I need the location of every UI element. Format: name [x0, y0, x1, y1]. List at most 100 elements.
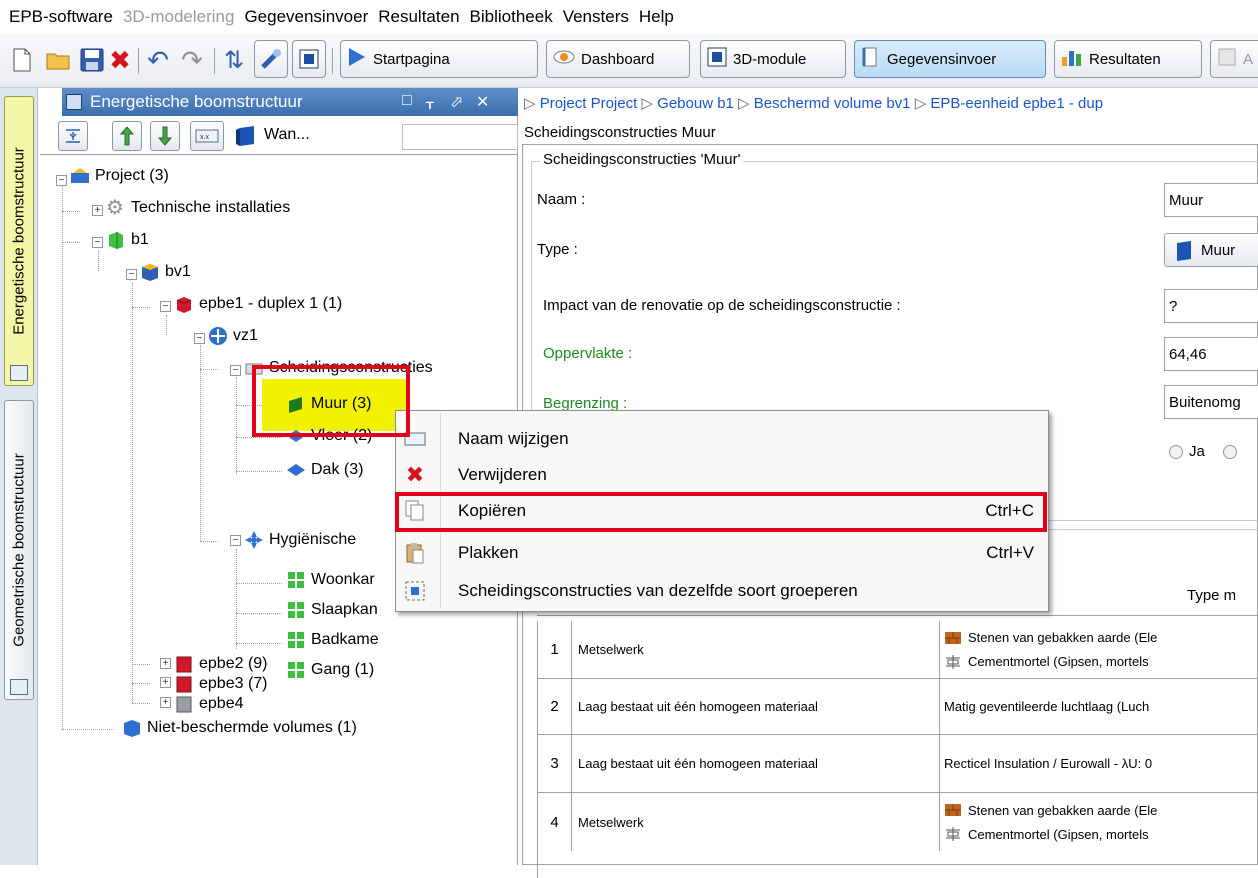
collapse-toggle[interactable]: −: [160, 301, 171, 312]
tree-node-slaapkamer[interactable]: Slaapkan: [286, 597, 378, 623]
mortar-icon: [946, 654, 960, 669]
tree-node-vz1[interactable]: vz1: [208, 323, 258, 349]
tree-node-badkamer[interactable]: Badkame: [286, 627, 379, 653]
undo-icon[interactable]: ↶: [144, 45, 172, 75]
building-icon: [109, 232, 123, 249]
collapse-toggle[interactable]: −: [230, 365, 241, 376]
float-icon[interactable]: □: [402, 92, 412, 110]
tree-node-label: Gang (1): [311, 661, 375, 678]
tab-energetische-label: Energetische boomstructuur: [10, 147, 28, 335]
wall-icon: [1177, 241, 1191, 261]
expand-toggle[interactable]: +: [92, 205, 103, 216]
tab-geometrische-label: Geometrische boomstructuur: [10, 453, 28, 647]
menu-epb-software[interactable]: EPB-software: [4, 7, 118, 27]
wall-type-icon[interactable]: [230, 121, 262, 151]
3d-module-button[interactable]: 3D-module: [700, 40, 846, 78]
menu-gegevensinvoer[interactable]: Gegevensinvoer: [239, 7, 373, 27]
maximize-icon[interactable]: ⬀: [450, 92, 463, 112]
menu-item-plakken[interactable]: Plakken Ctrl+V: [398, 535, 1048, 571]
startpagina-button[interactable]: Startpagina: [340, 40, 538, 78]
close-panel-icon[interactable]: ✕: [476, 92, 489, 112]
tab-energetische-boomstructuur[interactable]: Energetische boomstructuur: [4, 96, 34, 386]
breadcrumb-item[interactable]: Beschermd volume bv1: [754, 95, 911, 112]
table-row[interactable]: 4 Metselwerk Stenen van gebakken aarde (…: [538, 793, 1258, 851]
breadcrumb-item[interactable]: Project Project: [540, 95, 638, 112]
oppervlakte-label: Oppervlakte :: [543, 345, 633, 362]
radio-button[interactable]: [1169, 444, 1183, 459]
breadcrumb-item[interactable]: EPB-eenheid epbe1 - dup: [930, 95, 1103, 112]
window-icon[interactable]: [292, 40, 326, 78]
menu-vensters[interactable]: Vensters: [558, 7, 634, 27]
extra-toolbar-button[interactable]: A: [1210, 40, 1258, 78]
data-entry-icon: [861, 46, 881, 72]
pin-icon[interactable]: ᚁ: [426, 92, 434, 112]
breadcrumb-item[interactable]: Gebouw b1: [657, 95, 734, 112]
tree-node-dak[interactable]: Dak (3): [286, 457, 363, 483]
gegevensinvoer-button[interactable]: Gegevensinvoer: [854, 40, 1046, 78]
tree-node-hygienische[interactable]: Hygiënische: [244, 527, 356, 553]
tree-node-gang[interactable]: Gang (1): [286, 657, 374, 683]
redo-icon[interactable]: ↷: [178, 45, 206, 75]
radio-ja[interactable]: Ja: [1169, 443, 1237, 460]
move-down-icon[interactable]: [150, 121, 180, 151]
pointer-icon[interactable]: [254, 40, 288, 78]
new-file-icon[interactable]: [8, 46, 36, 74]
ventilation-icon: [245, 531, 263, 549]
tree-node-epbe1[interactable]: epbe1 - duplex 1 (1): [174, 291, 342, 317]
breadcrumb-arrow-icon: ▷: [524, 95, 536, 112]
menu-bibliotheek[interactable]: Bibliotheek: [465, 7, 558, 27]
naam-input[interactable]: Muur: [1164, 183, 1258, 217]
radio-button[interactable]: [1222, 444, 1237, 459]
tree-node-bv1[interactable]: bv1: [140, 259, 191, 285]
tree-node-project[interactable]: Project (3): [70, 163, 169, 189]
oppervlakte-input[interactable]: 64,46: [1164, 337, 1258, 371]
tree-node-epbe4[interactable]: epbe4: [174, 691, 244, 717]
move-up-icon[interactable]: [112, 121, 142, 151]
menu-resultaten[interactable]: Resultaten: [373, 7, 464, 27]
menu-item-label: Naam wijzigen: [458, 429, 569, 448]
row-materials: Stenen van gebakken aarde (Ele Cementmor…: [940, 793, 1258, 851]
material-name: Cementmortel (Gipsen, mortels: [968, 654, 1149, 669]
type-button[interactable]: Muur: [1164, 233, 1258, 267]
menu-item-verwijderen[interactable]: ✖ Verwijderen: [398, 457, 1048, 493]
tree-node-technische-installaties[interactable]: ⚙ Technische installaties: [106, 195, 290, 221]
tree-node-label: Hygiënische: [269, 531, 357, 548]
wall-type-dropdown-label[interactable]: Wan...: [264, 126, 310, 144]
expand-toggle[interactable]: +: [160, 697, 171, 708]
tree-panel-title-bar: Energetische boomstructuur □ ᚁ ⬀ ✕: [62, 88, 518, 116]
table-row[interactable]: 2 Laag bestaat uit één homogeen materiaa…: [538, 679, 1258, 735]
highlight-box-muur: [252, 365, 410, 437]
collapse-toggle[interactable]: −: [230, 535, 241, 546]
close-icon[interactable]: ✖: [106, 45, 134, 75]
menu-help[interactable]: Help: [634, 7, 679, 27]
tree-node-woonkamer[interactable]: Woonkar: [286, 567, 375, 593]
rename-field-icon[interactable]: x.x: [190, 121, 224, 151]
refresh-icon[interactable]: ⇅: [220, 46, 248, 74]
tab-geometrische-boomstructuur[interactable]: Geometrische boomstructuur: [4, 400, 34, 700]
collapse-toggle[interactable]: −: [194, 333, 205, 344]
collapse-toggle[interactable]: −: [126, 269, 137, 280]
begrenzing-select[interactable]: Buitenomg: [1164, 385, 1258, 419]
collapse-toggle[interactable]: −: [92, 237, 103, 248]
tree-node-b1[interactable]: b1: [106, 227, 149, 253]
room-icon: [288, 632, 304, 648]
menu-3d-modelering[interactable]: 3D-modelering: [118, 7, 240, 27]
collapse-toggle[interactable]: −: [56, 175, 67, 186]
type-value: Muur: [1201, 241, 1236, 259]
expand-toggle[interactable]: +: [160, 677, 171, 688]
menu-item-naam-wijzigen[interactable]: Naam wijzigen: [398, 421, 1048, 457]
expand-toggle[interactable]: +: [160, 658, 171, 669]
save-icon[interactable]: [78, 46, 106, 74]
dashboard-label: Dashboard: [581, 50, 655, 68]
tree-search-input[interactable]: [402, 124, 518, 150]
tree-node-label: Technische installaties: [131, 199, 291, 216]
collapse-all-icon[interactable]: [58, 121, 88, 151]
menu-item-groeperen[interactable]: Scheidingsconstructies van dezelfde soor…: [398, 573, 1048, 609]
tree-node-niet-beschermde-volumes[interactable]: Niet-beschermde volumes (1): [122, 715, 357, 741]
dashboard-button[interactable]: Dashboard: [546, 40, 690, 78]
impact-select[interactable]: ?: [1164, 289, 1258, 323]
open-folder-icon[interactable]: [44, 46, 72, 74]
resultaten-button[interactable]: Resultaten: [1054, 40, 1202, 78]
table-row[interactable]: 3 Laag bestaat uit één homogeen materiaa…: [538, 735, 1258, 793]
table-row[interactable]: 1 Metselwerk Stenen van gebakken aarde (…: [538, 621, 1258, 679]
